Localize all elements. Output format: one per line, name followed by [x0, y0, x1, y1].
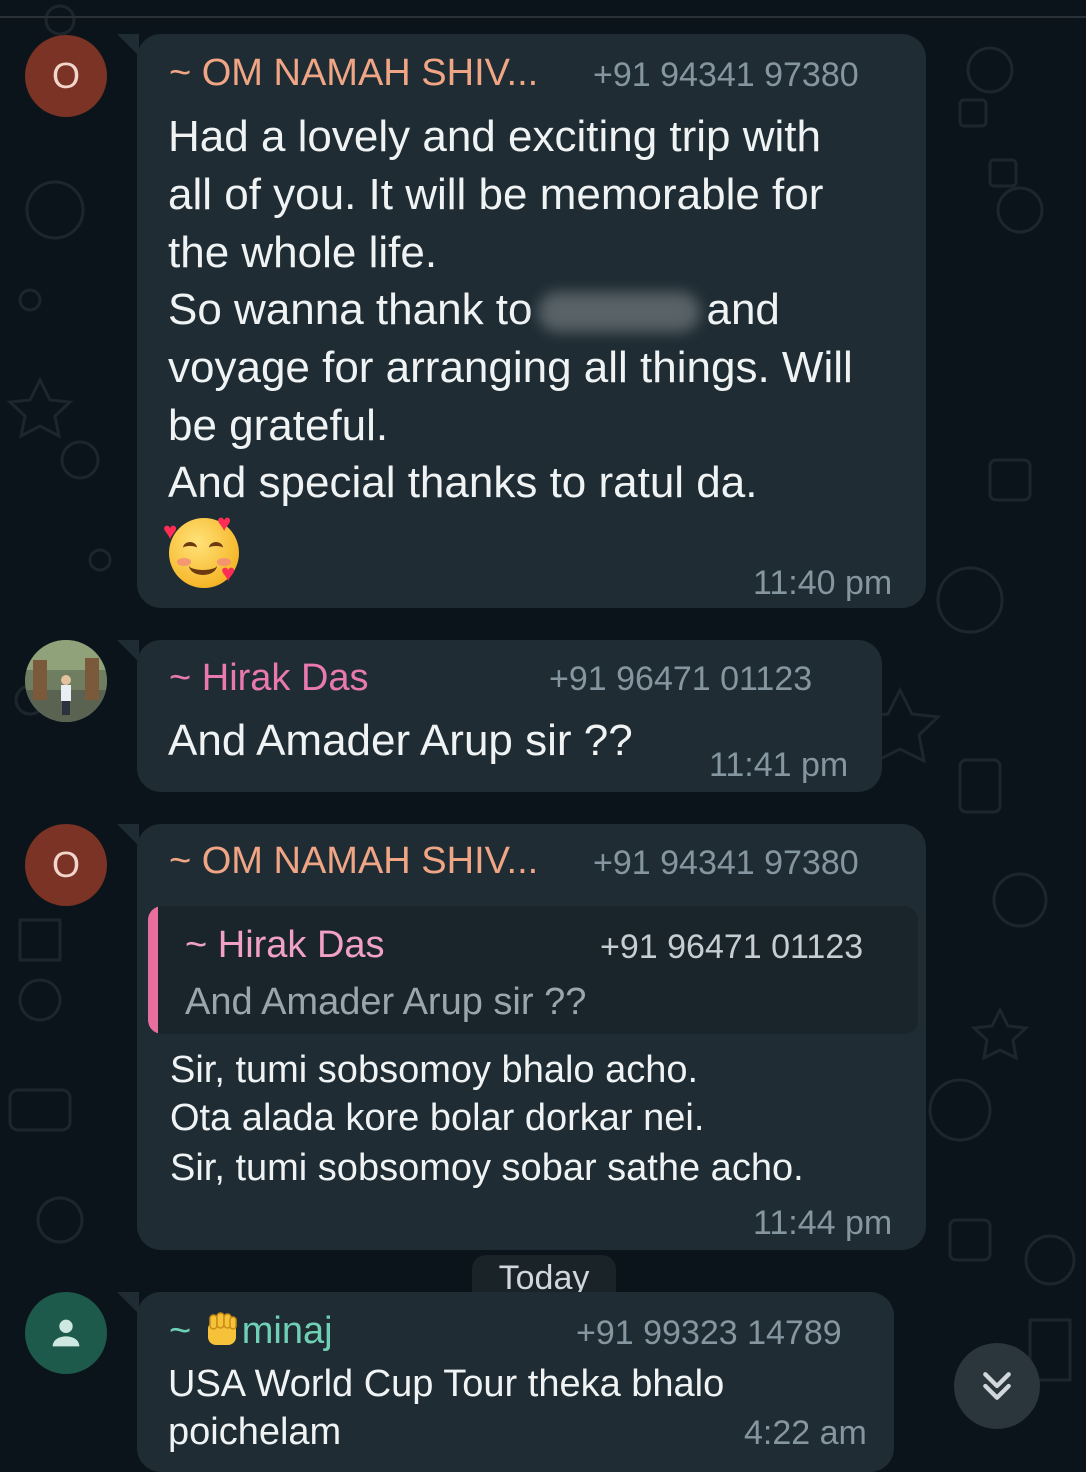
sender-phone: +91 96471 01123 [549, 660, 813, 698]
message-bubble[interactable]: ~ OM NAMAH SHIV... +91 94341 97380 ~ Hir… [117, 824, 926, 1250]
message-bubble[interactable]: ~ minaj +91 99323 14789 USA World Cup To… [117, 1292, 894, 1472]
smiling-face-with-hearts-emoji: ♥ ♥ ♥ [163, 512, 239, 588]
sender-text: minaj [241, 1310, 333, 1352]
message-time: 11:44 pm [753, 1204, 893, 1242]
message-line: And special thanks to ratul da. [168, 458, 758, 507]
raised-fist-icon [202, 1309, 242, 1349]
person-icon [52, 1319, 80, 1347]
scroll-to-bottom-button[interactable] [954, 1343, 1040, 1429]
message-text: And Amader Arup sir ?? [168, 716, 633, 765]
sender-name[interactable]: ~ OM NAMAH SHIV... [169, 840, 538, 883]
message-time: 11:40 pm [753, 564, 893, 602]
avatar[interactable]: O [25, 824, 107, 906]
sender-phone: +91 94341 97380 [593, 56, 859, 94]
message-text: So wanna thank to [168, 285, 533, 334]
sender-phone: +91 94341 97380 [593, 844, 859, 882]
bubble-tail [117, 824, 139, 846]
message-bubble[interactable]: ~ Hirak Das +91 96471 01123 And Amader A… [117, 640, 882, 792]
avatar[interactable]: O [25, 35, 107, 117]
quoted-sender-phone: +91 96471 01123 [600, 928, 864, 966]
profile-photo [25, 640, 107, 722]
sender-name[interactable]: ~ OM NAMAH SHIV... [169, 52, 538, 95]
quote-accent-bar [148, 906, 158, 1034]
avatar-letter: O [51, 55, 80, 96]
message-line: Sir, tumi sobsomoy bhalo acho. [170, 1049, 699, 1091]
double-chevron-down-icon [983, 1372, 1011, 1400]
message-line: So wanna thank to and [168, 281, 780, 339]
quoted-text: And Amader Arup sir ?? [185, 981, 587, 1023]
bubble-tail [117, 1292, 139, 1314]
message-text: and [706, 285, 780, 334]
bubble-tail [117, 34, 139, 56]
message-line: Sir, tumi sobsomoy sobar sathe acho. [170, 1147, 804, 1189]
sender-phone: +91 99323 14789 [576, 1314, 842, 1352]
sender-prefix: ~ [169, 1310, 192, 1352]
avatar-letter: O [51, 844, 80, 885]
message-line: Ota alada kore bolar dorkar nei. [170, 1097, 705, 1139]
message-time: 11:41 pm [709, 746, 849, 784]
message-line: the whole life. [168, 228, 438, 277]
message-bubble[interactable]: ~ OM NAMAH SHIV... +91 94341 97380 Had a… [117, 34, 926, 608]
top-divider [0, 16, 1086, 18]
quoted-sender-name: ~ Hirak Das [185, 924, 385, 966]
message-line: Had a lovely and exciting trip with [168, 112, 821, 161]
message-line: USA World Cup Tour theka bhalo [168, 1363, 725, 1405]
message-line: voyage for arranging all things. Will [168, 343, 853, 392]
message-line: be grateful. [168, 401, 389, 450]
sender-name[interactable]: ~ Hirak Das [169, 657, 369, 700]
avatar[interactable] [25, 1292, 107, 1374]
message-line: poichelam [168, 1411, 342, 1453]
quoted-message[interactable]: ~ Hirak Das +91 96471 01123 And Amader A… [148, 906, 918, 1034]
message-time: 4:22 am [744, 1414, 867, 1452]
message-line: all of you. It will be memorable for [168, 170, 824, 219]
sender-name[interactable]: ~ minaj [169, 1309, 333, 1353]
bubble-tail [117, 640, 139, 662]
redacted-name [538, 292, 701, 333]
avatar[interactable] [25, 640, 107, 722]
